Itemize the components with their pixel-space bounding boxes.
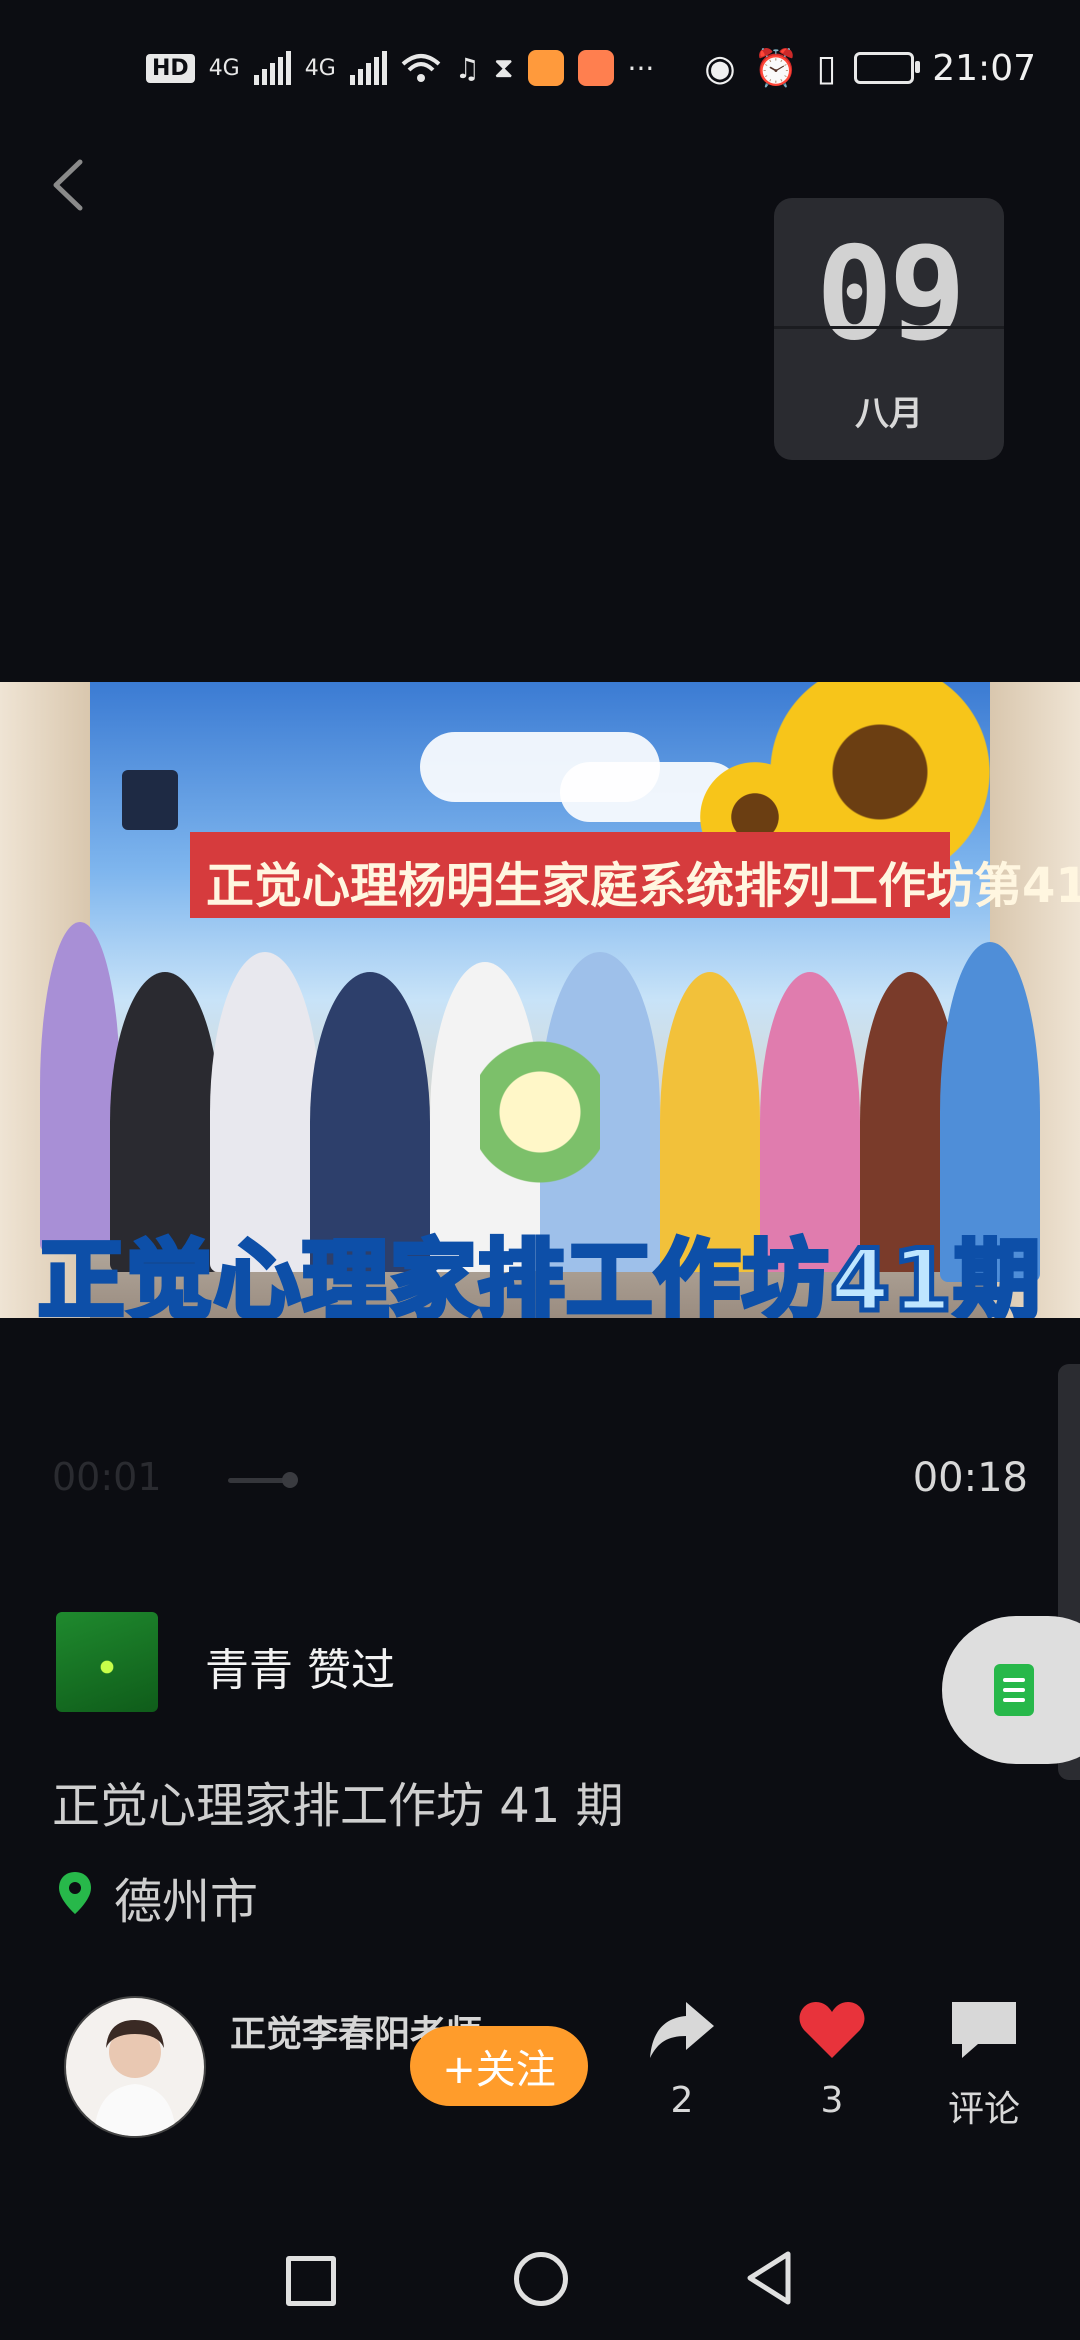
health-notification-icon	[577, 50, 614, 86]
hd-icon: HD	[146, 53, 195, 83]
recents-button[interactable]	[286, 2256, 336, 2306]
person	[40, 922, 120, 1252]
total-time: 00:18	[912, 1455, 1028, 1501]
nav-back-button[interactable]	[744, 2250, 796, 2306]
eye-icon: ◉	[704, 47, 736, 89]
share-icon	[650, 2002, 714, 2058]
flower-bouquet	[480, 1032, 600, 1192]
like-action[interactable]: 3	[772, 1998, 892, 2121]
share-action[interactable]: 2	[622, 1998, 742, 2121]
like-count: 3	[820, 2080, 844, 2121]
listen-icon: ♫	[454, 51, 480, 85]
status-bar: HD 4G 4G ♫ ⧗ ··· ◉ ⏰ ▯ 21:07	[0, 0, 1080, 134]
app-notification-icon	[527, 50, 564, 86]
location-text[interactable]: 德州市	[114, 1862, 258, 1932]
alarm-icon: ⏰	[753, 48, 799, 89]
sim1-label: 4G	[208, 55, 240, 81]
floating-doc-button[interactable]	[942, 1616, 1080, 1764]
speaker	[122, 770, 178, 830]
more-notifications-icon: ···	[627, 51, 655, 85]
comment-action[interactable]: 评论	[924, 1998, 1044, 2132]
author-portrait	[94, 2020, 176, 2136]
location-pin-icon	[59, 1872, 91, 1914]
video-overlay-title: 正觉心理家排工作坊41期	[36, 1229, 1043, 1319]
comment-label: 评论	[947, 2089, 1020, 2130]
date-divider	[774, 326, 1004, 329]
video-frame[interactable]: 正觉心理杨明生家庭系统排列工作坊第41期 正觉心理家排工作坊41期	[0, 682, 1080, 1318]
post-title: 正觉心理家排工作坊 41 期	[52, 1778, 624, 1834]
red-banner: 正觉心理杨明生家庭系统排列工作坊第41期	[190, 832, 1080, 918]
date-card: 09 八月	[774, 198, 1004, 460]
signal-icon-2	[349, 51, 387, 85]
clock: 21:07	[932, 47, 1036, 89]
liked-by-text[interactable]: 青青 赞过	[205, 1634, 395, 1698]
hourglass-icon: ⧗	[493, 51, 514, 84]
liker-avatar[interactable]	[56, 1612, 158, 1712]
current-time: 00:01	[52, 1455, 162, 1499]
sim2-label: 4G	[304, 55, 336, 81]
home-button[interactable]	[514, 2252, 568, 2306]
status-right-icons: ◉ ⏰ ▯ 21:07	[704, 44, 1036, 92]
banner-text: 正觉心理杨明生家庭系统排列工作坊第41期	[206, 858, 1080, 914]
wifi-icon	[401, 54, 441, 82]
follow-button[interactable]: +关注	[410, 2026, 588, 2106]
document-icon	[994, 1664, 1034, 1716]
back-button[interactable]	[40, 150, 100, 220]
author-avatar[interactable]	[64, 1996, 206, 2138]
date-day: 09	[815, 220, 966, 369]
heart-icon	[799, 2002, 865, 2058]
comment-icon	[952, 2002, 1016, 2058]
share-count: 2	[670, 2080, 694, 2121]
signal-icon	[253, 51, 291, 85]
status-left-icons: HD 4G 4G ♫ ⧗ ···	[146, 44, 654, 92]
battery-icon	[854, 52, 921, 84]
progress-knob[interactable]	[282, 1472, 298, 1488]
date-month: 八月	[855, 394, 923, 434]
vibrate-icon: ▯	[816, 47, 837, 89]
